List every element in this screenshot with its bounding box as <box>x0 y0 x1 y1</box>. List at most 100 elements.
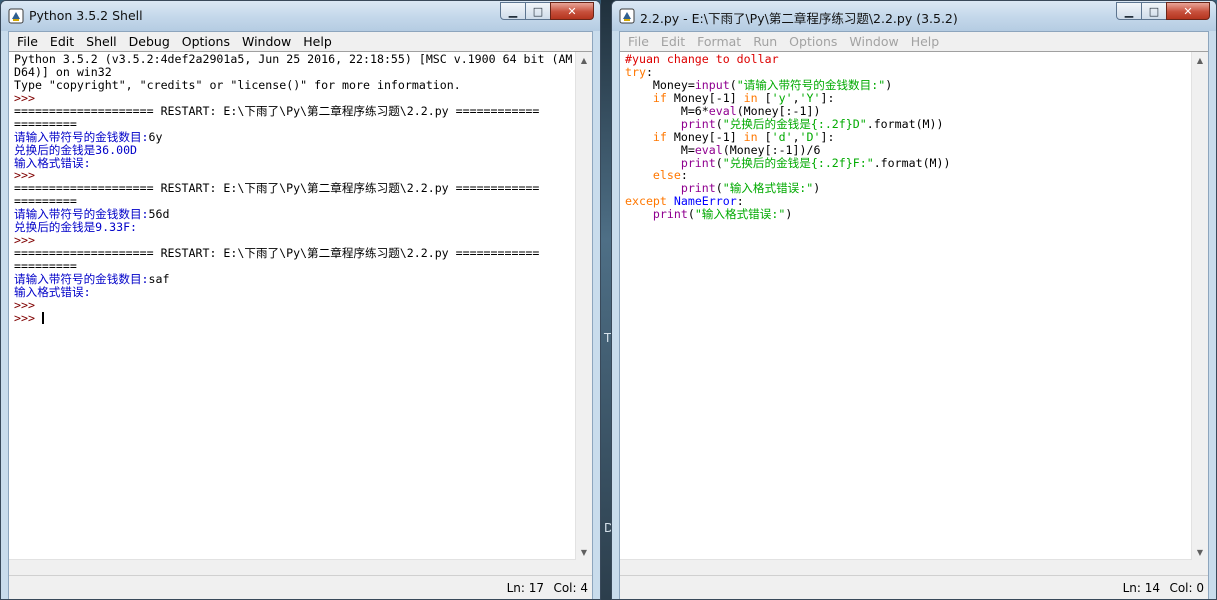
minimize-icon: ▁ <box>1124 4 1134 18</box>
menu-shell[interactable]: Shell <box>80 34 123 49</box>
code-text-segment: #yuan change to dollar <box>625 52 779 66</box>
shell-text-segment: Type "copyright", "credits" or "license(… <box>14 77 461 92</box>
code-text-segment <box>625 156 681 170</box>
code-text-segment <box>625 207 653 221</box>
shell-titlebar[interactable]: Python 3.5.2 Shell ▁ □ ✕ <box>1 1 600 31</box>
menu-help[interactable]: Help <box>905 34 946 49</box>
code-text-segment <box>625 168 653 182</box>
shell-text-segment: 兑换后的金钱是36.00D <box>14 142 138 157</box>
horizontal-scrollbar[interactable] <box>620 559 1192 576</box>
close-button[interactable]: ✕ <box>1166 2 1210 20</box>
code-text-segment: print <box>652 207 688 222</box>
code-text-segment: (Money[:-1])/6 <box>722 142 821 157</box>
shell-output[interactable]: Python 3.5.2 (v3.5.2:4def2a2901a5, Jun 2… <box>9 52 576 560</box>
shell-text-area[interactable]: Python 3.5.2 (v3.5.2:4def2a2901a5, Jun 2… <box>9 51 592 576</box>
menu-file[interactable]: File <box>11 34 44 49</box>
editor-window-title: 2.2.py - E:\下雨了\Py\第二章程序练习题\2.2.py (3.5.… <box>640 11 958 26</box>
editor-titlebar[interactable]: 2.2.py - E:\下雨了\Py\第二章程序练习题\2.2.py (3.5.… <box>612 1 1216 31</box>
code-text-segment: if <box>652 90 667 105</box>
code-text-segment: ) <box>813 181 821 196</box>
shell-text-segment: Python 3.5.2 (v3.5.2:4def2a2901a5, Jun 2… <box>14 52 573 66</box>
code-text-segment: eval <box>708 103 737 118</box>
shell-text-segment: >>> <box>14 310 42 325</box>
menu-options[interactable]: Options <box>176 34 236 49</box>
code-text-segment: ( <box>715 181 723 196</box>
shell-line: 请输入带符号的金钱数目:saf <box>14 271 576 286</box>
code-text-segment: : <box>736 194 744 209</box>
shell-text-segment: >>> <box>14 90 42 105</box>
code-text-segment: "请输入带符号的金钱数目:" <box>736 77 886 92</box>
horizontal-scrollbar[interactable] <box>9 559 576 576</box>
menu-debug[interactable]: Debug <box>123 34 176 49</box>
editor-window: 2.2.py - E:\下雨了\Py\第二章程序练习题\2.2.py (3.5.… <box>611 0 1217 600</box>
menu-file[interactable]: File <box>622 34 655 49</box>
menu-format[interactable]: Format <box>691 34 747 49</box>
vertical-scrollbar[interactable]: ▲ ▼ <box>1191 52 1208 576</box>
maximize-icon: □ <box>532 4 544 18</box>
code-text-segment: input <box>694 77 730 92</box>
code-text-segment: print <box>680 155 716 170</box>
menu-help[interactable]: Help <box>297 34 338 49</box>
code-text-segment: 'D' <box>799 129 821 144</box>
text-cursor <box>41 311 44 324</box>
shell-text-segment: ==================== RESTART: E:\下雨了\Py\… <box>14 181 540 196</box>
code-line: print("兑换后的金钱是{:.2f}F:".format(M)) <box>625 155 1192 170</box>
close-button[interactable]: ✕ <box>550 2 594 20</box>
code-text-segment: "兑换后的金钱是{:.2f}D" <box>722 116 867 131</box>
source-code[interactable]: #yuan change to dollar try: Money=input("… <box>620 52 1192 560</box>
scroll-up-arrow-icon[interactable]: ▲ <box>576 52 592 68</box>
code-text-segment: "输入格式错误:" <box>694 207 786 222</box>
code-text-segment: ]: <box>820 90 835 105</box>
code-text-segment <box>667 194 674 208</box>
code-text-segment: [ <box>757 90 772 105</box>
code-text-segment: 'y' <box>771 90 793 105</box>
close-icon: ✕ <box>567 4 577 18</box>
shell-text-segment: saf <box>148 271 170 286</box>
code-text-segment: Money= <box>625 77 695 92</box>
code-text-segment: .format(M)) <box>873 155 951 170</box>
maximize-button[interactable]: □ <box>525 2 551 20</box>
shell-text-segment: 请输入带符号的金钱数目: <box>14 207 149 222</box>
shell-window-title: Python 3.5.2 Shell <box>29 8 143 23</box>
menu-options[interactable]: Options <box>783 34 843 49</box>
code-text-segment <box>625 130 653 144</box>
shell-line: ==================== RESTART: E:\下雨了\Py\… <box>14 103 576 118</box>
menu-window[interactable]: Window <box>236 34 297 49</box>
code-text-segment: ( <box>715 116 723 131</box>
code-text-segment: NameError <box>673 194 737 209</box>
shell-statusbar: Ln: 17 Col: 4 <box>9 575 592 599</box>
code-text-segment: [ <box>757 129 772 144</box>
editor-text-area[interactable]: #yuan change to dollar try: Money=input("… <box>620 51 1208 576</box>
vertical-scrollbar[interactable]: ▲ ▼ <box>575 52 592 576</box>
code-text-segment: Money[-1] <box>666 129 744 144</box>
minimize-button[interactable]: ▁ <box>1116 2 1142 20</box>
code-text-segment: , <box>792 90 800 105</box>
maximize-button[interactable]: □ <box>1141 2 1167 20</box>
code-text-segment <box>625 91 653 105</box>
shell-text-segment: 请输入带符号的金钱数目: <box>14 271 149 286</box>
shell-text-segment: D64)] on win32 <box>14 64 112 79</box>
shell-menubar: File Edit Shell Debug Options Window Hel… <box>9 32 592 50</box>
menu-edit[interactable]: Edit <box>44 34 80 49</box>
shell-text-segment: ==================== RESTART: E:\下雨了\Py\… <box>14 103 540 118</box>
code-line: print("输入格式错误:") <box>625 208 1192 221</box>
code-text-segment: ( <box>687 207 695 222</box>
scroll-down-arrow-icon[interactable]: ▼ <box>576 544 592 560</box>
code-text-segment: except <box>625 194 667 209</box>
menu-window[interactable]: Window <box>843 34 904 49</box>
menu-edit[interactable]: Edit <box>655 34 691 49</box>
code-text-segment: if <box>652 129 667 144</box>
scroll-up-arrow-icon[interactable]: ▲ <box>1192 52 1208 68</box>
shell-text-segment: ========= <box>14 259 77 273</box>
code-text-segment: , <box>792 129 800 144</box>
shell-line: ==================== RESTART: E:\下雨了\Py\… <box>14 247 576 260</box>
minimize-button[interactable]: ▁ <box>500 2 526 20</box>
shell-text-segment: ========= <box>14 116 77 131</box>
menu-run[interactable]: Run <box>747 34 783 49</box>
code-text-segment: try <box>625 64 646 79</box>
shell-text-segment: 输入格式错误: <box>14 284 91 299</box>
shell-text-segment: >>> <box>14 168 42 183</box>
scroll-down-arrow-icon[interactable]: ▼ <box>1192 544 1208 560</box>
shell-text-segment: ========= <box>14 194 77 209</box>
code-text-segment: M= <box>625 142 695 157</box>
